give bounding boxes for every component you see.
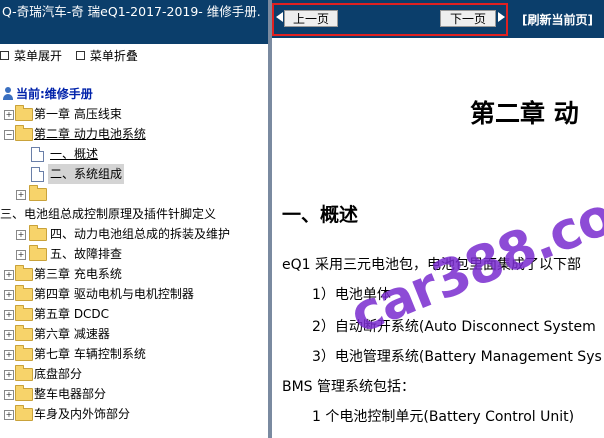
nav-tree: 当前:维修手册 + 第一章 高压线束 − 第二章 动力电池系统 一、概述 二、系… [0,84,268,424]
page-toolbar: 上一页 下一页 [刷新当前页] [272,0,604,38]
folder-icon [15,345,33,361]
tree-item-chassis[interactable]: + 底盘部分 [0,364,268,384]
tree-item-s4[interactable]: + 四、动力电池组总成的拆装及维护 [0,224,268,244]
tree-item-overview[interactable]: 一、概述 [0,144,268,164]
expand-icon[interactable]: + [16,190,26,200]
tree-item-ch5[interactable]: + 第五章 DCDC [0,304,268,324]
tree-item-electrical[interactable]: + 整车电器部分 [0,384,268,404]
user-icon [2,87,14,100]
tree-item-ch2[interactable]: − 第二章 动力电池系统 [0,124,268,144]
expand-icon[interactable]: + [4,350,14,360]
refresh-page-link[interactable]: [刷新当前页] [522,11,593,28]
tree-item-empty[interactable]: + [0,184,268,204]
square-icon [75,51,85,60]
prev-page-button[interactable]: 上一页 [284,10,338,27]
expand-icon[interactable]: + [4,330,14,340]
menu-ops: 菜单展开 菜单折叠 [0,44,268,68]
collapse-icon[interactable]: − [4,130,14,140]
content-panel: 上一页 下一页 [刷新当前页] 第二章 动 一、概述 eQ1 采用三元电池包，电… [272,0,604,438]
expand-all-button[interactable]: 菜单展开 [0,49,62,63]
folder-open-icon [15,125,33,141]
tree-item-ch3[interactable]: + 第三章 充电系统 [0,264,268,284]
folder-icon [15,365,33,381]
expand-icon[interactable]: + [4,270,14,280]
folder-icon [29,185,47,201]
list-item: 3）电池管理系统(Battery Management Sys [312,349,602,365]
tree-item-ch4[interactable]: + 第四章 驱动电机与电机控制器 [0,284,268,304]
folder-icon [15,105,33,121]
tree-item-ch1[interactable]: + 第一章 高压线束 [0,104,268,124]
bms-heading: BMS 管理系统包括： [282,379,416,395]
left-panel: Q-奇瑞汽车-奇 瑞eQ1-2017-2019- 维修手册. 菜单展开 菜单折叠… [0,0,268,438]
page-icon [31,167,44,182]
expand-icon[interactable]: + [4,390,14,400]
folder-icon [29,225,47,241]
collapse-all-button[interactable]: 菜单折叠 [75,49,138,63]
tree-item-ch6[interactable]: + 第六章 减速器 [0,324,268,344]
arrow-right-icon[interactable] [498,12,505,22]
folder-icon [15,305,33,321]
expand-icon[interactable]: + [16,230,26,240]
folder-icon [15,265,33,281]
tree-item-system[interactable]: 二、系统组成 [0,164,268,184]
folder-icon [15,325,33,341]
tree-item-s3[interactable]: 三、电池组总成控制原理及插件针脚定义 [0,204,268,224]
tree-item-ch7[interactable]: + 第七章 车辆控制系统 [0,344,268,364]
chapter-title: 第二章 动 [470,99,579,128]
tree-item-body[interactable]: + 车身及内外饰部分 [0,404,268,424]
next-page-button[interactable]: 下一页 [440,10,496,27]
square-icon [0,51,9,60]
section-heading: 一、概述 [282,204,359,226]
arrow-left-icon[interactable] [276,12,283,22]
expand-icon[interactable]: + [4,370,14,380]
folder-icon [15,405,33,421]
expand-icon[interactable]: + [4,110,14,120]
expand-icon[interactable]: + [4,410,14,420]
folder-icon [15,285,33,301]
expand-icon[interactable]: + [4,290,14,300]
manual-title: Q-奇瑞汽车-奇 瑞eQ1-2017-2019- 维修手册. [0,0,268,44]
folder-icon [15,385,33,401]
expand-icon[interactable]: + [4,310,14,320]
expand-icon[interactable]: + [16,250,26,260]
folder-icon [29,245,47,261]
tree-root[interactable]: 当前:维修手册 [0,84,268,104]
page-icon [31,147,44,162]
current-label: 当前:维修手册 [16,87,93,101]
tree-item-s5[interactable]: + 五、故障排查 [0,244,268,264]
list-item: 1 个电池控制单元(Battery Control Unit) [312,409,575,425]
